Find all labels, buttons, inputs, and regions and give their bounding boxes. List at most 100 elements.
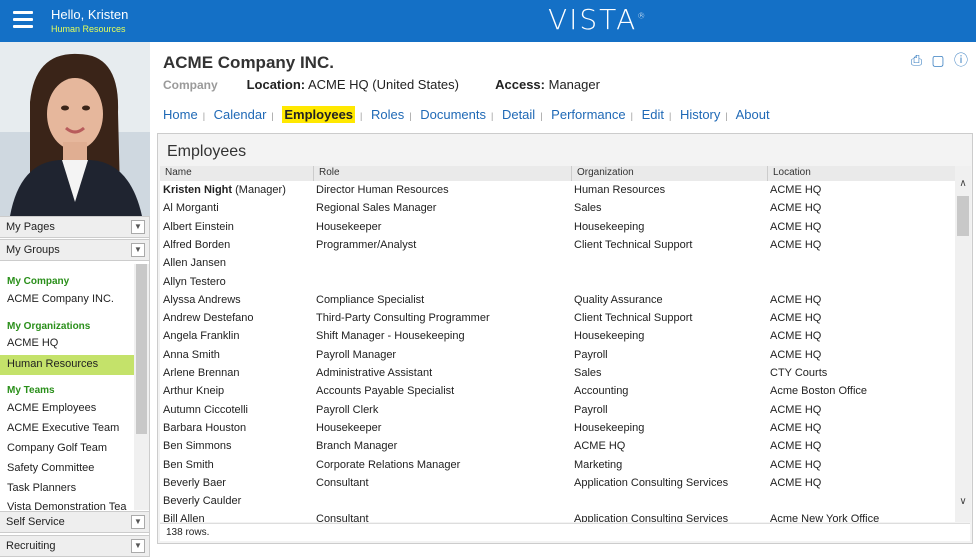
groups-list: My Company ACME Company INC. My Organiza…	[0, 264, 134, 510]
table-row[interactable]: Beverly Caulder	[160, 493, 956, 511]
cell-organization: Human Resources	[574, 184, 666, 196]
cell-location: ACME HQ	[770, 220, 822, 233]
column-header-name[interactable]: Name	[160, 166, 314, 181]
menu-icon[interactable]	[13, 11, 33, 29]
team-item[interactable]: Company Golf Team	[0, 439, 134, 459]
chevron-down-icon[interactable]: ▼	[131, 220, 145, 234]
cell-name: Barbara Houston	[163, 421, 247, 434]
cell-location: Acme New York Office	[770, 513, 880, 522]
table-row[interactable]: Albert Einstein Housekeeper Housekeeping AC…	[160, 219, 956, 237]
table-row[interactable]: Arlene Brennan Administrative Assistant Sa…	[160, 365, 956, 383]
company-info: Company Location: ACME HQ (United States…	[163, 77, 600, 92]
cell-name: Alyssa Andrews	[163, 293, 241, 306]
scroll-up-icon[interactable]: ∧	[956, 178, 970, 192]
team-item[interactable]: Vista Demonstration Tea	[0, 498, 134, 510]
my-groups-header[interactable]: My Groups ▼	[0, 239, 149, 261]
table-row[interactable]: Autumn Ciccotelli Payroll Clerk Payroll ACM…	[160, 402, 956, 420]
team-item[interactable]: Safety Committee	[0, 459, 134, 479]
table-row[interactable]: Ben Smith Corporate Relations Manager Mark…	[160, 457, 956, 475]
table-row[interactable]: Alyssa Andrews Compliance Specialist Quali…	[160, 292, 956, 310]
chevron-down-icon[interactable]: ▼	[131, 539, 145, 553]
company-type: Company	[163, 78, 218, 92]
table-row[interactable]: Bill Allen Consultant Application Consulti…	[160, 511, 956, 522]
table-row[interactable]: Alfred Borden Programmer/Analyst Client Te…	[160, 237, 956, 255]
table-row[interactable]: Anna Smith Payroll Manager Payroll ACME HQ	[160, 347, 956, 365]
nav-performance[interactable]: Performance	[551, 107, 625, 122]
my-pages-header[interactable]: My Pages ▼	[0, 216, 149, 238]
table-row[interactable]: Barbara Houston Housekeeper Housekeeping AC…	[160, 420, 956, 438]
cell-role: Accounts Payable Specialist	[316, 385, 455, 398]
cell-organization: Payroll	[574, 348, 608, 361]
chevron-down-icon[interactable]: ▼	[131, 243, 145, 257]
group-item-human-resources[interactable]: Human Resources	[0, 355, 134, 375]
team-item[interactable]: Task Planners	[0, 479, 134, 499]
nav-edit[interactable]: Edit	[642, 107, 664, 122]
nav-about[interactable]: About	[736, 107, 770, 122]
cell-location: ACME HQ	[770, 458, 822, 471]
cell-role: Payroll Manager	[316, 348, 397, 361]
cell-role: Programmer/Analyst	[316, 238, 417, 251]
cell-role: Consultant	[316, 513, 369, 522]
help-icon[interactable]: ⓘ	[954, 50, 968, 70]
table-row[interactable]: Angela Franklin Shift Manager - Housekeep…	[160, 328, 956, 346]
employees-panel: Employees Name Role Organization Locatio…	[157, 133, 973, 544]
row-count: 138 rows.	[160, 523, 970, 541]
sidebar-scrollbar[interactable]	[134, 264, 149, 510]
scroll-thumb[interactable]	[957, 196, 969, 236]
column-header-role[interactable]: Role	[314, 166, 572, 181]
cell-name: Arlene Brennan	[163, 367, 240, 379]
table-row[interactable]: Al Morganti Regional Sales Manager Sales AC…	[160, 200, 956, 218]
chevron-down-icon[interactable]: ▼	[131, 515, 145, 529]
comment-icon[interactable]: ▢	[931, 52, 944, 69]
section-my-organizations: My Organizations	[7, 321, 91, 332]
cell-location: ACME HQ	[770, 238, 822, 251]
panel-title: Employees	[167, 143, 247, 160]
nav-roles[interactable]: Roles	[371, 107, 404, 122]
cell-name: Alfred Borden	[163, 238, 231, 251]
group-item-acme-hq[interactable]: ACME HQ	[0, 334, 134, 354]
cell-name: Angela Franklin	[163, 330, 240, 343]
self-service-label: Self Service	[6, 516, 65, 528]
nav-calendar[interactable]: Calendar	[214, 107, 267, 122]
nav-employees[interactable]: Employees	[282, 106, 356, 123]
cell-organization: Payroll	[574, 403, 608, 416]
table-row[interactable]: Andrew Destefano Third-Party Consulting P…	[160, 310, 956, 328]
column-header-location[interactable]: Location	[768, 166, 956, 181]
table-scrollbar[interactable]: ∧ ∨	[955, 166, 971, 522]
table-row[interactable]: Allyn Testero	[160, 274, 956, 292]
group-item-acme-company[interactable]: ACME Company INC.	[0, 290, 134, 310]
profile-photo	[0, 42, 150, 216]
nav-history[interactable]: History	[680, 107, 720, 122]
cell-organization: Housekeeping	[574, 421, 645, 434]
cell-organization: Housekeeping	[574, 330, 645, 343]
cell-organization: Client Technical Support	[574, 238, 693, 251]
print-icon[interactable]: ⎙	[911, 52, 922, 69]
manager-name[interactable]: Kristen Night	[163, 184, 232, 196]
cell-location: ACME HQ	[770, 293, 822, 306]
cell-organization: Accounting	[574, 385, 629, 398]
team-item[interactable]: ACME Executive Team	[0, 419, 134, 439]
table-row[interactable]: Arthur Kneip Accounts Payable Specialist A…	[160, 383, 956, 401]
cell-organization: Application Consulting Services	[574, 476, 729, 489]
nav-detail[interactable]: Detail	[502, 107, 535, 122]
company-name: ACME Company INC.	[163, 53, 334, 72]
user-department: Human Resources	[51, 24, 126, 34]
cell-location: ACME HQ	[770, 330, 822, 343]
team-item[interactable]: ACME Employees	[0, 399, 134, 419]
nav-home[interactable]: Home	[163, 107, 198, 122]
column-header-organization[interactable]: Organization	[572, 166, 768, 181]
table-row[interactable]: Allen Jansen	[160, 255, 956, 273]
table-row[interactable]: Kristen Night (Manager) Director Human Re…	[160, 182, 956, 200]
cell-organization: Application Consulting Services	[574, 513, 729, 522]
scroll-thumb[interactable]	[136, 264, 147, 434]
nav-documents[interactable]: Documents	[420, 107, 486, 122]
table-row[interactable]: Beverly Baer Consultant Application Consul…	[160, 475, 956, 493]
cell-organization: ACME HQ	[574, 440, 626, 453]
scroll-down-icon[interactable]: ∨	[956, 496, 970, 510]
cell-location: ACME HQ	[770, 184, 822, 196]
cell-role: Branch Manager	[316, 440, 398, 453]
recruiting-header[interactable]: Recruiting ▼	[0, 535, 149, 557]
cell-location: ACME HQ	[770, 421, 822, 434]
table-row[interactable]: Ben Simmons Branch Manager ACME HQ ACME HQ	[160, 438, 956, 456]
self-service-header[interactable]: Self Service ▼	[0, 511, 149, 533]
